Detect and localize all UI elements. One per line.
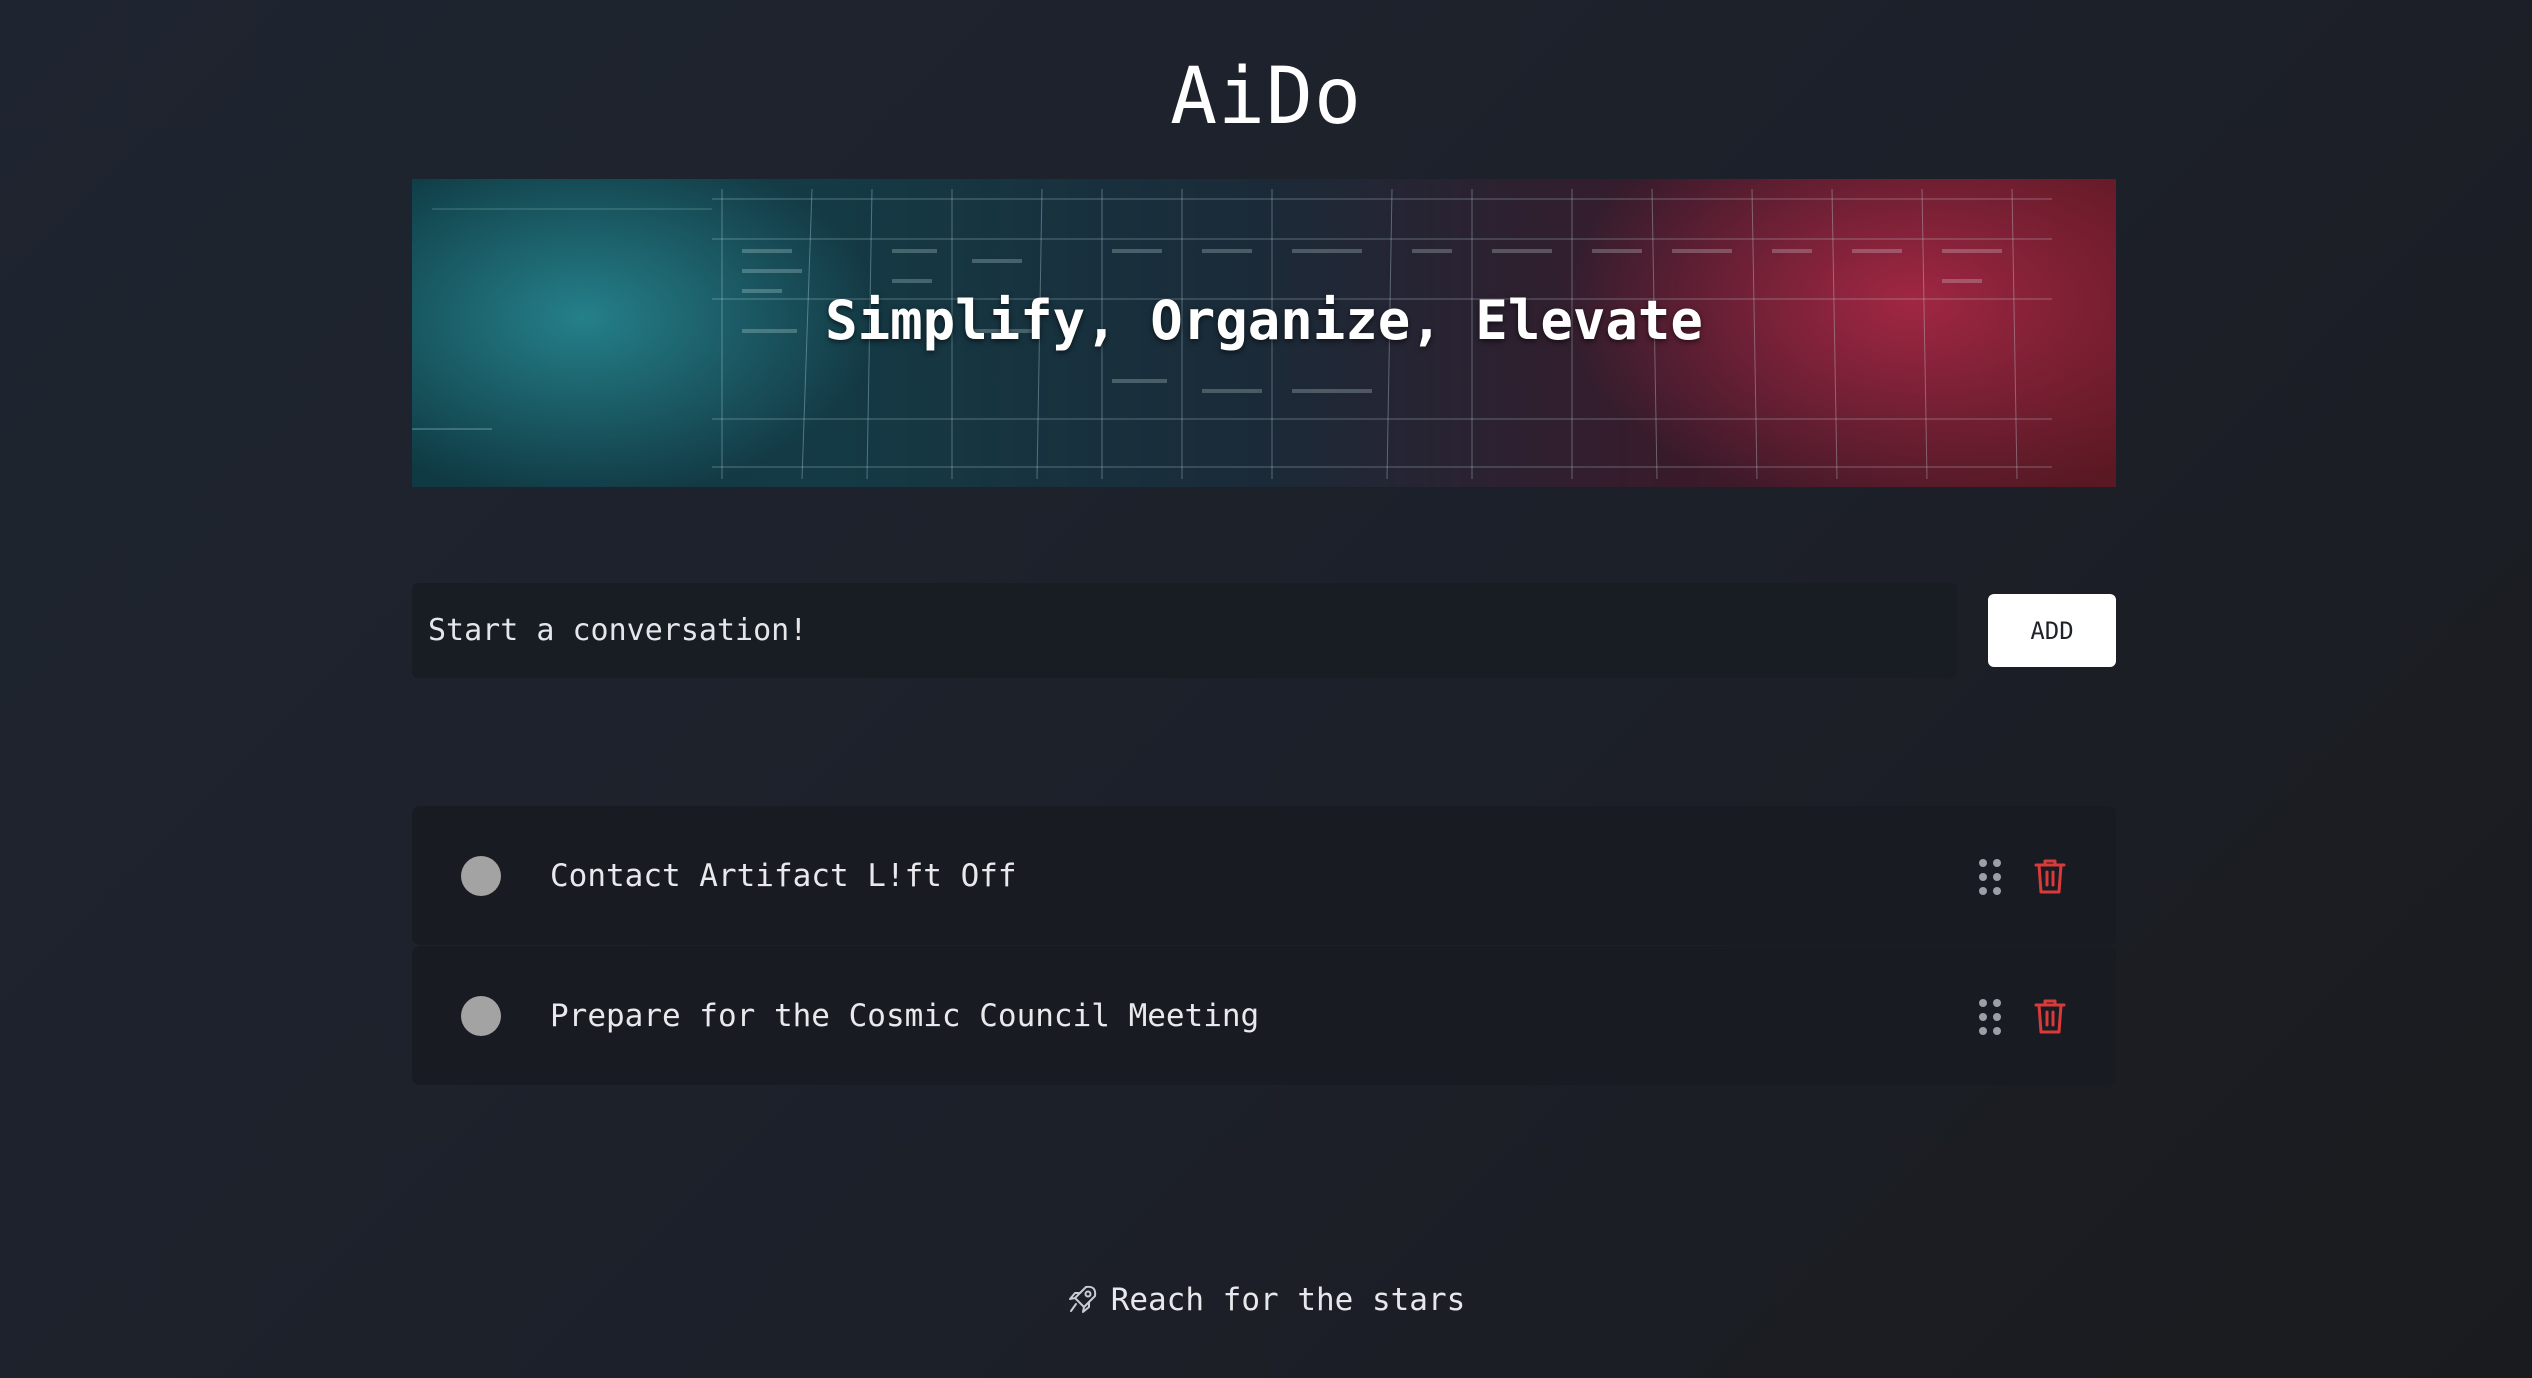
- trash-icon[interactable]: [2034, 997, 2066, 1035]
- new-task-form: ADD: [412, 583, 2116, 678]
- add-button[interactable]: ADD: [1988, 594, 2116, 667]
- drag-handle-icon[interactable]: [1978, 858, 2002, 896]
- rocket-icon: [1068, 1285, 1096, 1313]
- drag-handle-icon[interactable]: [1978, 998, 2002, 1036]
- task-label: Contact Artifact L!ft Off: [550, 858, 1017, 894]
- hero-banner: Simplify, Organize, Elevate: [412, 179, 2116, 487]
- trash-icon[interactable]: [2034, 857, 2066, 895]
- task-item: Contact Artifact L!ft Off: [412, 806, 2116, 945]
- complete-toggle[interactable]: [461, 996, 501, 1036]
- app-title: AiDo: [1170, 52, 1362, 142]
- banner-tagline: Simplify, Organize, Elevate: [825, 289, 1703, 352]
- task-label: Prepare for the Cosmic Council Meeting: [550, 998, 1260, 1034]
- complete-toggle[interactable]: [461, 856, 501, 896]
- footer: Reach for the stars: [0, 1280, 2532, 1320]
- footer-text: Reach for the stars: [1110, 1282, 1466, 1318]
- task-item: Prepare for the Cosmic Council Meeting: [412, 946, 2116, 1085]
- task-list: Contact Artifact L!ft Off Prepare for th…: [412, 806, 2116, 1086]
- task-input[interactable]: [412, 583, 1957, 678]
